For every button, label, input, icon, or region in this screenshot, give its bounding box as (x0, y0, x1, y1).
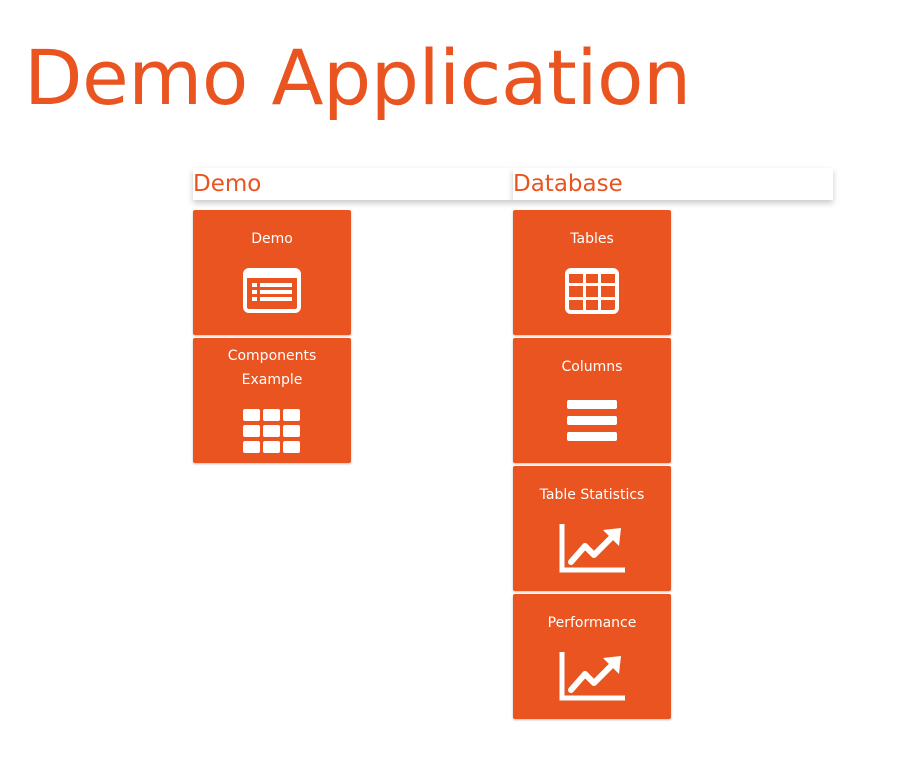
page: Demo Application Demo Demo Components Ex… (0, 0, 902, 765)
bars-icon (513, 400, 671, 442)
tile-tables[interactable]: Tables (513, 210, 671, 335)
tile-label: Components Example (227, 348, 317, 388)
tile-label: Table Statistics (539, 487, 645, 503)
grid-icon (193, 409, 351, 453)
section-title-demo: Demo (193, 171, 262, 197)
tile-label: Performance (547, 615, 637, 631)
tile-columns[interactable]: Columns (513, 338, 671, 463)
section-header-demo: Demo (193, 168, 513, 200)
tile-components-example[interactable]: Components Example (193, 338, 351, 463)
tile-demo[interactable]: Demo (193, 210, 351, 335)
tile-label: Demo (251, 231, 293, 247)
tile-label: Columns (561, 359, 623, 375)
tile-label: Tables (570, 231, 614, 247)
line-chart-icon (513, 652, 671, 702)
section-title-database: Database (513, 171, 623, 197)
tile-table-statistics[interactable]: Table Statistics (513, 466, 671, 591)
table-icon (513, 268, 671, 314)
tile-performance[interactable]: Performance (513, 594, 671, 719)
line-chart-icon (513, 524, 671, 574)
section-header-database: Database (513, 168, 833, 200)
page-title: Demo Application (24, 33, 691, 122)
list-alt-icon (193, 268, 351, 313)
